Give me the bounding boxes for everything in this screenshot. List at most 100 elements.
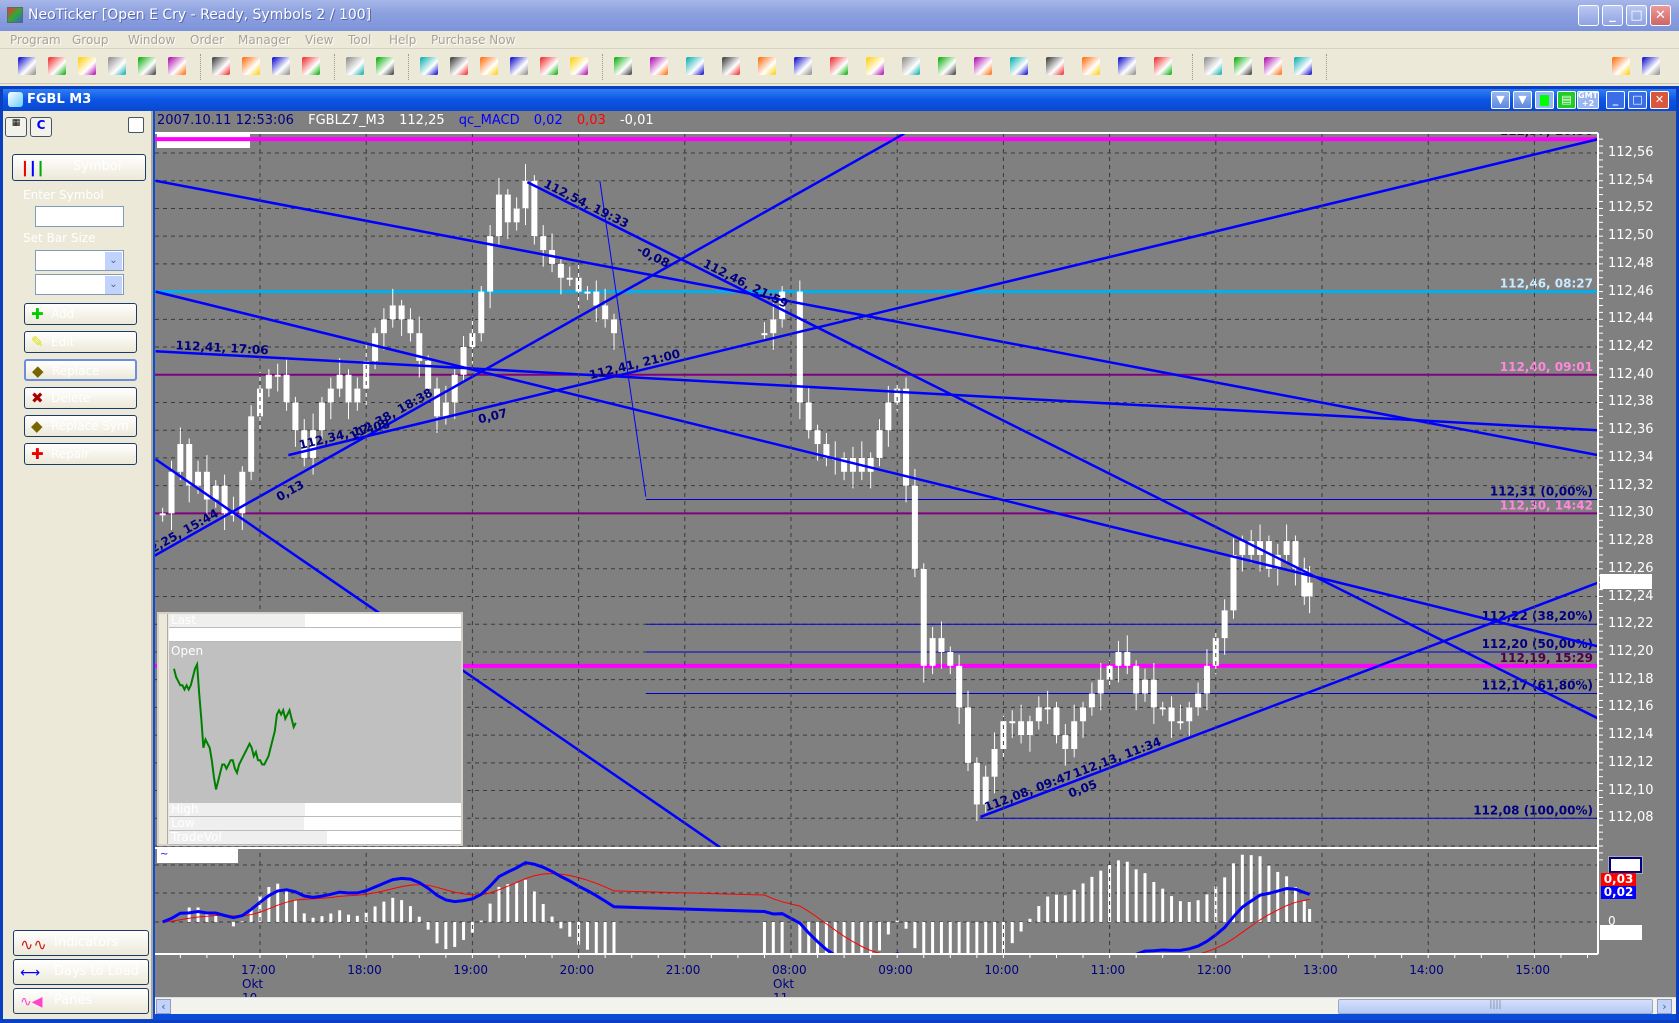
price-tick-label: 112,34: [1608, 449, 1654, 465]
candle-body: [593, 291, 600, 306]
candle-body: [513, 208, 520, 223]
candle-body: [1142, 679, 1148, 694]
candle-body: [354, 388, 361, 403]
horizontal-scrollbar[interactable]: ‹ |||| ›: [155, 997, 1676, 1014]
candle-body: [212, 485, 219, 500]
candle-body: [434, 388, 440, 417]
candle-body: [1221, 610, 1228, 639]
quote-row-last: Last: [169, 614, 461, 628]
candle-body: [540, 236, 547, 251]
candle-body: [1080, 707, 1087, 722]
candle-body: [345, 374, 352, 403]
candle-body: [1168, 707, 1175, 722]
price-tick-label: 112,48: [1608, 255, 1654, 271]
candle-body: [761, 333, 768, 336]
candle-body: [938, 638, 945, 652]
candle-body: [1283, 541, 1290, 555]
time-tick-label: 17:00: [241, 963, 276, 977]
candle-body: [159, 513, 166, 516]
candle-body: [274, 374, 281, 377]
candle-body: [1018, 721, 1025, 736]
quote-label-high: High: [169, 803, 305, 816]
mini-price-line: [173, 660, 297, 790]
quote-row-low: Low: [169, 817, 461, 831]
candle-body: [327, 388, 334, 403]
candle-body: [1195, 693, 1202, 708]
trendline-e: [288, 137, 1598, 457]
price-tick-label: 112,40: [1608, 366, 1654, 382]
time-tick-label: 14:00: [1409, 963, 1444, 977]
macd-value-badge: 0,02: [1601, 886, 1636, 899]
price-tick-label: 112,18: [1608, 671, 1654, 687]
time-tick-label: 19:00: [453, 963, 488, 977]
price-tick-label: 112,56: [1608, 145, 1654, 160]
candle-body: [1035, 707, 1042, 722]
candle-body: [1306, 582, 1313, 597]
candle-body: [876, 430, 883, 458]
price-tick-label: 112,16: [1608, 699, 1654, 715]
candle-body: [611, 319, 617, 334]
candle-body: [920, 568, 927, 666]
candle-body: [292, 402, 299, 431]
level-label: 112,30, 14:42: [1500, 498, 1593, 512]
price-tick-label: 112,44: [1608, 311, 1654, 327]
candle-body: [814, 430, 821, 445]
candle-body: [168, 471, 175, 514]
price-tick-label: 112,46: [1608, 283, 1654, 299]
quote-label-low: Low: [169, 817, 304, 830]
trendline-a: [155, 179, 1598, 457]
price-tick-label: 112,42: [1608, 339, 1654, 355]
candle-body: [177, 444, 184, 472]
time-tick-label: 11:00: [1090, 963, 1126, 977]
trendline-label: 0,13: [274, 477, 307, 504]
candle-body: [1133, 665, 1140, 694]
level-label: 112,19, 15:29: [1500, 651, 1593, 665]
scroll-right-button[interactable]: ›: [1657, 999, 1672, 1014]
fib-level-label: 112,08 (100,00%): [1473, 803, 1593, 817]
candle-body: [1124, 651, 1131, 666]
candle-body: [911, 485, 918, 569]
last-price-marker: [1600, 574, 1652, 589]
candle-body: [770, 319, 777, 334]
mini-price-path: [173, 660, 297, 790]
time-tick-label: 21:00: [665, 963, 701, 977]
candle-body: [478, 291, 485, 334]
quote-panel-handle[interactable]: [159, 614, 168, 844]
candle-body: [186, 444, 193, 486]
quote-label-tradevol: TradeVol: [169, 831, 327, 844]
price-tick-label: 112,08: [1608, 810, 1654, 826]
candle-body: [1230, 554, 1237, 611]
trendline-f: [526, 180, 1598, 720]
quote-row-high: High: [169, 803, 461, 817]
candle-body: [991, 748, 998, 777]
candle-body: [965, 707, 971, 763]
candle-body: [1186, 707, 1193, 722]
candle-body: [1062, 735, 1069, 749]
candle-body: [248, 416, 255, 472]
candle-body: [1009, 721, 1016, 724]
quote-panel[interactable]: Last Open High Low TradeVol: [157, 612, 463, 846]
candle-body: [407, 319, 414, 334]
candle-body: [1026, 721, 1033, 736]
candle-body: [903, 388, 910, 486]
level-label: 112,57, 16:56: [1500, 124, 1593, 138]
scroll-left-button[interactable]: ‹: [156, 999, 171, 1014]
candle-body: [947, 651, 954, 666]
price-tick-label: 112,28: [1608, 533, 1654, 549]
level-label: 112,40, 09:01: [1500, 360, 1593, 374]
price-tick-label: 112,12: [1608, 754, 1654, 770]
price-tick-label: 112,14: [1608, 727, 1654, 743]
candle-body: [442, 402, 449, 417]
candle-body: [867, 457, 874, 472]
trendline-label: 112,41, 17:06: [175, 338, 269, 357]
price-tick-label: 112,36: [1608, 422, 1654, 438]
scroll-thumb[interactable]: ||||: [1338, 999, 1653, 1014]
candle-body: [885, 402, 892, 431]
price-tick-label: 112,10: [1608, 782, 1654, 798]
time-tick-label: 13:00: [1303, 963, 1338, 977]
candle-body: [460, 347, 467, 375]
candle-body: [504, 194, 511, 223]
candle-body: [195, 471, 202, 486]
candle-body: [584, 291, 591, 294]
fib-level-label: 112,20 (50,00%): [1482, 637, 1593, 651]
